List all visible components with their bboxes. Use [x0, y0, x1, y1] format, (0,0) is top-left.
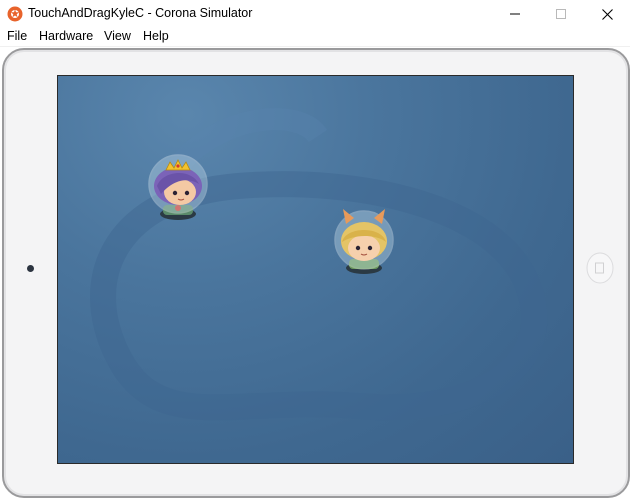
menu-bar: File Hardware View Help [0, 28, 630, 46]
queen-astronaut-sprite[interactable] [139, 150, 217, 224]
menu-help[interactable]: Help [143, 29, 169, 43]
window-title: TouchAndDragKyleC - Corona Simulator [28, 6, 253, 20]
close-icon [601, 8, 613, 20]
simulator-screen[interactable] [57, 75, 574, 464]
title-bar: TouchAndDragKyleC - Corona Simulator [0, 0, 630, 28]
close-button[interactable] [584, 0, 630, 28]
menu-view[interactable]: View [104, 29, 131, 43]
camera-dot [27, 265, 34, 272]
queen-astronaut-icon [148, 154, 208, 220]
menu-hardware[interactable]: Hardware [39, 29, 93, 43]
home-button-icon [586, 252, 614, 284]
menu-file[interactable]: File [7, 29, 27, 43]
minimize-icon [510, 13, 520, 15]
menu-separator [0, 46, 630, 47]
home-button[interactable] [586, 252, 614, 284]
bunny-astronaut-sprite[interactable] [324, 204, 400, 276]
maximize-button[interactable] [538, 0, 584, 28]
screen-background [90, 108, 548, 421]
bunny-astronaut-icon [334, 209, 394, 274]
minimize-button[interactable] [492, 0, 538, 28]
maximize-icon [556, 9, 566, 19]
corona-icon [7, 6, 23, 22]
